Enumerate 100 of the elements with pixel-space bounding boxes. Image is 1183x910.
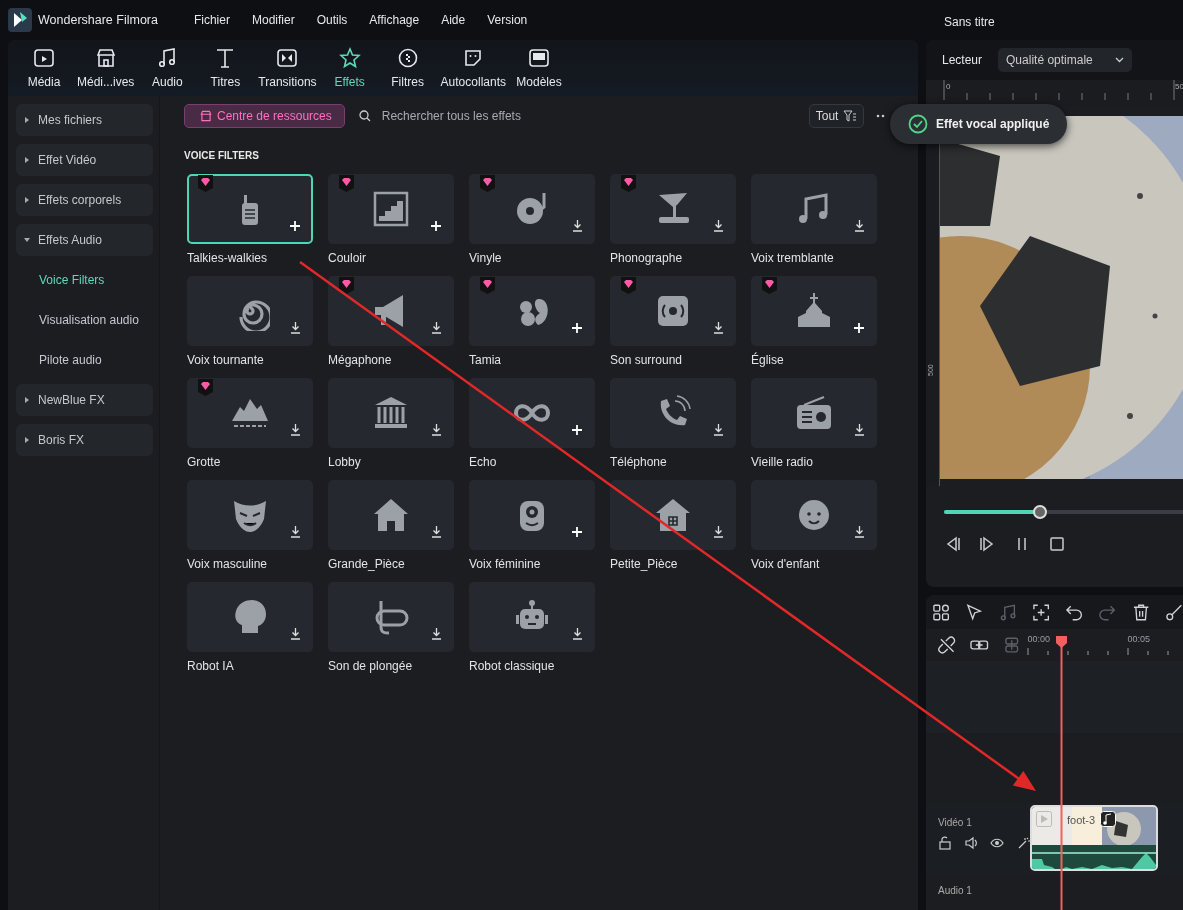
video-clip[interactable]: foot-3 — [1030, 805, 1158, 871]
resource-center-button[interactable]: Centre de ressources — [184, 104, 345, 128]
menu-item[interactable]: Version — [487, 11, 528, 29]
eye-icon[interactable] — [990, 836, 1004, 850]
effect-tile[interactable] — [328, 480, 454, 550]
sidebar-subitem[interactable]: Voice Filters — [16, 264, 159, 296]
download-icon — [430, 424, 442, 436]
download-icon — [712, 424, 724, 436]
effect-name: Téléphone — [610, 454, 668, 471]
tab[interactable]: Média — [16, 40, 72, 96]
tab[interactable]: Audio — [139, 40, 196, 96]
effect-tile[interactable] — [328, 378, 454, 448]
effect-tile[interactable] — [328, 174, 454, 244]
filter-icon — [843, 110, 858, 122]
app-logo — [8, 8, 32, 32]
menu-item[interactable]: Outils — [316, 11, 348, 29]
menu-item[interactable]: Aide — [441, 11, 466, 29]
effect-tile[interactable] — [187, 174, 313, 244]
previous-frame-icon[interactable] — [944, 536, 960, 552]
next-frame-icon[interactable] — [979, 536, 995, 552]
effect-tile[interactable] — [469, 174, 595, 244]
effect-tile[interactable] — [187, 582, 313, 652]
menu-item[interactable]: Modifier — [251, 11, 295, 29]
playhead[interactable] — [1056, 636, 1067, 910]
lock-icon[interactable] — [938, 836, 952, 850]
effect-tile[interactable] — [610, 276, 736, 346]
effect-name: Église — [751, 351, 785, 369]
effect-tile[interactable] — [610, 378, 736, 448]
audio-effect-icon — [1100, 811, 1116, 827]
ruler-label: 50 — [1175, 81, 1183, 93]
time-label: 00:00 — [1027, 633, 1050, 646]
effect-tile[interactable] — [469, 378, 595, 448]
grid-icon[interactable] — [932, 602, 951, 622]
menu-item[interactable]: Affichage — [369, 11, 420, 29]
plus-icon — [572, 527, 582, 537]
progress-thumb[interactable] — [1032, 505, 1047, 519]
effect-tile[interactable] — [187, 276, 313, 346]
tab[interactable]: Autocollants — [437, 40, 509, 96]
effect-tile[interactable] — [328, 582, 454, 652]
tab[interactable]: Transitions — [255, 40, 320, 96]
track-name: Vidéo 1 — [938, 816, 973, 830]
caret-icon — [24, 117, 30, 123]
player-label: Lecteur — [942, 52, 983, 69]
tab[interactable]: Titres — [197, 40, 254, 96]
time-label: 00:05 — [1127, 633, 1150, 646]
sidebar-item[interactable]: NewBlue FX — [16, 384, 153, 416]
effect-name: Son surround — [610, 352, 684, 369]
caret-icon — [24, 437, 30, 443]
quality-dropdown[interactable]: Qualité optimale — [998, 48, 1132, 72]
effect-tile[interactable] — [610, 480, 736, 550]
caret-icon — [24, 397, 30, 403]
effect-tile[interactable] — [751, 378, 877, 448]
pointer-icon[interactable] — [965, 602, 984, 622]
effect-tile[interactable] — [610, 174, 736, 244]
tab[interactable]: Filtres — [379, 40, 436, 96]
unlink-icon[interactable] — [938, 635, 957, 655]
download-icon — [853, 526, 865, 538]
speaker-icon[interactable] — [964, 836, 978, 850]
more-icon[interactable] — [876, 114, 887, 118]
tab[interactable]: Modèles — [511, 40, 567, 96]
menu-item[interactable]: Fichier — [193, 11, 230, 29]
download-icon — [289, 322, 301, 334]
download-icon — [853, 424, 865, 436]
sidebar-item[interactable]: Effets Audio — [16, 224, 153, 256]
effect-tile[interactable] — [328, 276, 454, 346]
search-field[interactable]: Rechercher tous les effets — [379, 106, 680, 126]
effect-tile[interactable] — [187, 378, 313, 448]
download-icon — [430, 526, 442, 538]
download-icon — [712, 526, 724, 538]
crop-add-icon[interactable] — [1031, 602, 1050, 622]
sidebar-item[interactable]: Effets corporels — [16, 184, 153, 216]
toast-text: Effet vocal appliqué — [936, 116, 1050, 133]
effect-tile[interactable] — [469, 582, 595, 652]
play-icon — [1036, 811, 1052, 827]
tab[interactable]: Effets — [321, 40, 378, 96]
stairs-icon — [371, 189, 411, 229]
tab[interactable]: Médi...ives — [74, 40, 138, 96]
check-icon — [908, 114, 928, 134]
plus-icon — [854, 323, 864, 333]
sidebar-subitem[interactable]: Pilote audio — [16, 344, 159, 376]
effect-tile[interactable] — [751, 276, 877, 346]
filter-button[interactable]: Tout — [808, 104, 865, 128]
effect-tile[interactable] — [469, 480, 595, 550]
sidebar-item[interactable]: Boris FX — [16, 424, 153, 456]
effect-tile[interactable] — [469, 276, 595, 346]
download-icon — [289, 628, 301, 640]
effect-name: Mégaphone — [328, 352, 393, 369]
magic-wand-icon[interactable] — [1016, 836, 1030, 850]
effect-tile[interactable] — [751, 174, 877, 244]
sidebar-item[interactable]: Effet Vidéo — [16, 144, 153, 176]
sidebar-subitem[interactable]: Visualisation audio — [16, 304, 159, 336]
effect-tile[interactable] — [187, 480, 313, 550]
effect-name: Echo — [469, 454, 498, 471]
sidebar-item[interactable]: Mes fichiers — [16, 104, 153, 136]
trash-icon[interactable] — [1131, 602, 1150, 622]
effect-name: Robot classique — [469, 658, 556, 675]
stop-icon[interactable] — [1049, 536, 1065, 552]
effect-tile[interactable] — [751, 480, 877, 550]
effect-name: Tamia — [469, 352, 502, 369]
effect-name: Son de plongée — [328, 658, 414, 675]
